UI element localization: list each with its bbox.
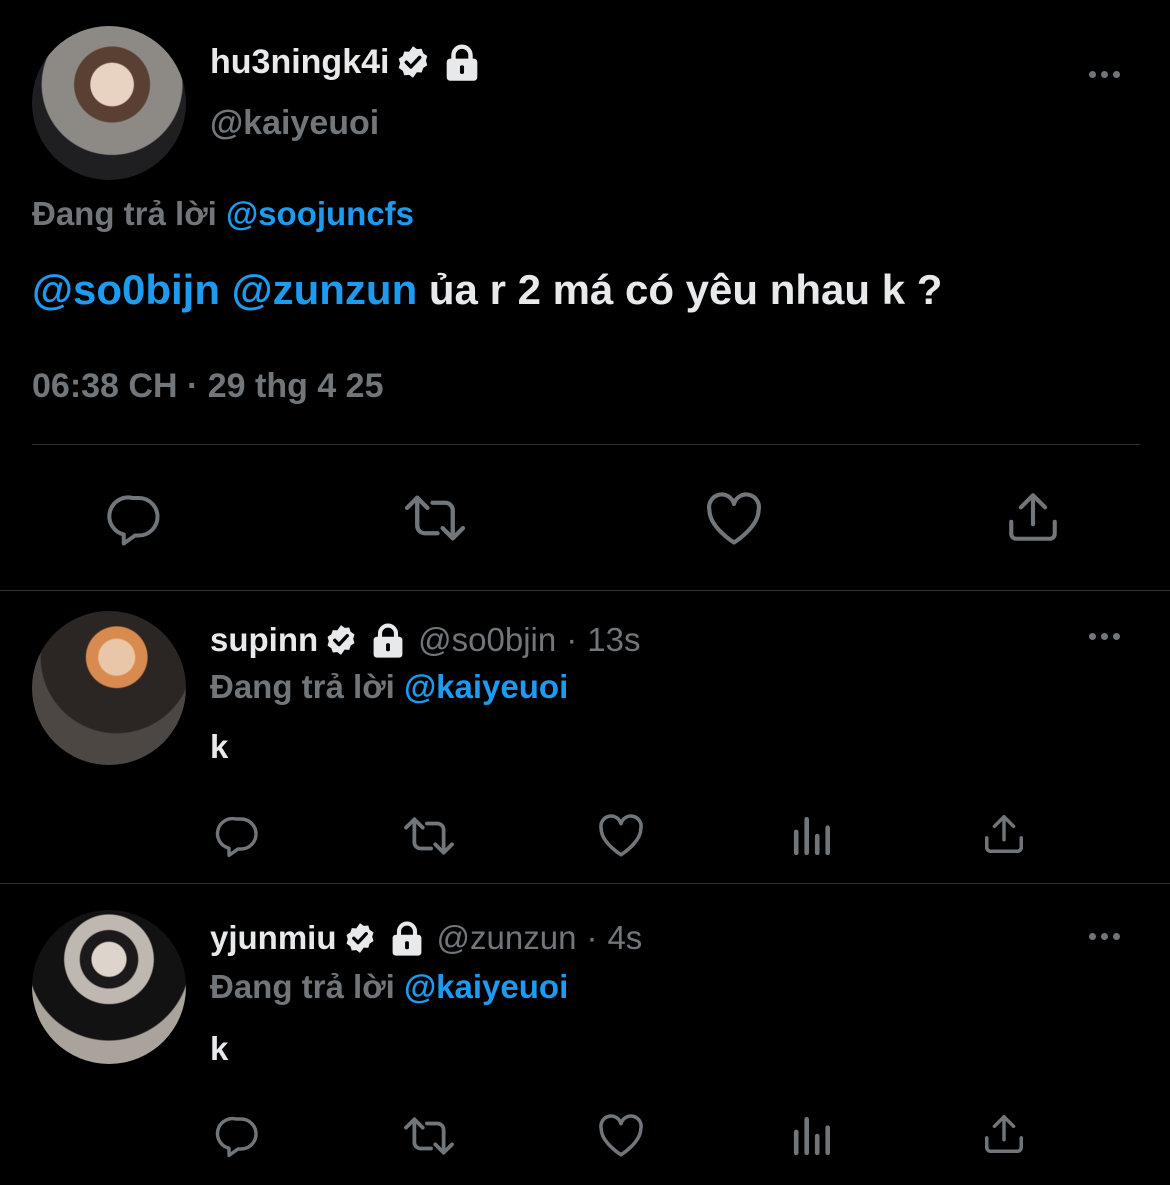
- handle-separator: ·: [566, 621, 578, 658]
- tweet-text: k: [210, 1030, 229, 1067]
- like-icon[interactable]: [596, 811, 646, 859]
- tweet-time: 06:38 CH: [32, 367, 178, 405]
- tweet-text: @so0bijn @zunzun ủa r 2 má có yêu nhau k…: [32, 266, 942, 314]
- reply-icon[interactable]: [214, 811, 262, 859]
- author-handle[interactable]: @so0bjin: [418, 621, 556, 659]
- tweet-text: k: [210, 728, 229, 765]
- main-tweet: hu3ningk4i @kaiyeuoi Đang trả lời @sooju…: [0, 0, 1170, 590]
- verified-badge-icon: [399, 46, 428, 78]
- share-icon[interactable]: [981, 811, 1027, 857]
- mention-link[interactable]: @so0bijn: [32, 266, 220, 313]
- timestamp-separator: ·: [186, 367, 199, 405]
- display-name[interactable]: yjunmiu: [210, 919, 337, 957]
- lock-icon: [373, 623, 403, 658]
- display-name[interactable]: hu3ningk4i: [210, 43, 389, 82]
- divider: [32, 444, 1140, 445]
- replying-prefix: Đang trả lời: [32, 195, 217, 232]
- retweet-icon[interactable]: [402, 490, 468, 546]
- avatar[interactable]: [32, 26, 186, 180]
- tweet-thread: hu3ningk4i @kaiyeuoi Đang trả lời @sooju…: [0, 0, 1170, 1185]
- share-icon[interactable]: [981, 1111, 1027, 1157]
- reply-tweet[interactable]: yjunmiu @zunzun · 4s Đang trả lời @kaiye…: [0, 884, 1170, 1184]
- retweet-icon[interactable]: [401, 813, 457, 859]
- tweet-timestamp[interactable]: 06:38 CH · 29 thg 4 25: [32, 367, 384, 406]
- reply-icon[interactable]: [105, 488, 165, 548]
- share-icon[interactable]: [1004, 488, 1062, 546]
- more-options-icon[interactable]: [1089, 71, 1120, 78]
- replying-prefix: Đang trả lời: [210, 968, 395, 1005]
- lock-icon: [447, 44, 478, 81]
- tweet-body: ủa r 2 má có yêu nhau k ?: [428, 266, 943, 313]
- replying-to-mention[interactable]: @soojuncfs: [226, 195, 414, 232]
- retweet-icon[interactable]: [401, 1113, 457, 1159]
- replying-to-line: Đang trả lời @soojuncfs: [32, 195, 414, 233]
- replying-to-line: Đang trả lời @kaiyeuoi: [210, 668, 568, 706]
- replying-to-line: Đang trả lời @kaiyeuoi: [210, 968, 568, 1006]
- avatar[interactable]: [32, 611, 186, 765]
- author-handle[interactable]: @zunzun: [437, 919, 577, 957]
- author-name-row: hu3ningk4i: [210, 40, 479, 84]
- author-handle[interactable]: @kaiyeuoi: [210, 104, 379, 143]
- handle-separator: ·: [586, 919, 598, 956]
- verified-badge-icon: [346, 923, 373, 953]
- replying-prefix: Đang trả lời: [210, 668, 395, 705]
- more-options-icon[interactable]: [1089, 633, 1120, 640]
- views-icon[interactable]: [792, 1113, 834, 1155]
- views-icon[interactable]: [792, 813, 834, 855]
- author-name-row: yjunmiu @zunzun · 4s: [210, 916, 642, 960]
- lock-icon: [392, 921, 421, 956]
- like-icon[interactable]: [596, 1111, 646, 1159]
- display-name[interactable]: supinn: [210, 621, 318, 659]
- replying-to-mention[interactable]: @kaiyeuoi: [404, 668, 568, 705]
- avatar[interactable]: [32, 910, 186, 1064]
- like-icon[interactable]: [703, 488, 765, 548]
- author-name-row: supinn @so0bjin · 13s: [210, 618, 640, 662]
- mention-link[interactable]: @zunzun: [232, 266, 418, 313]
- more-options-icon[interactable]: [1089, 933, 1120, 940]
- verified-badge-icon: [327, 625, 355, 655]
- reply-age[interactable]: 13s: [587, 621, 640, 659]
- reply-age[interactable]: 4s: [607, 919, 642, 957]
- replying-to-mention[interactable]: @kaiyeuoi: [404, 968, 568, 1005]
- reply-icon[interactable]: [214, 1111, 262, 1159]
- tweet-date: 29 thg 4 25: [207, 367, 384, 405]
- reply-tweet[interactable]: supinn @so0bjin · 13s Đang trả lời @kaiy…: [0, 591, 1170, 881]
